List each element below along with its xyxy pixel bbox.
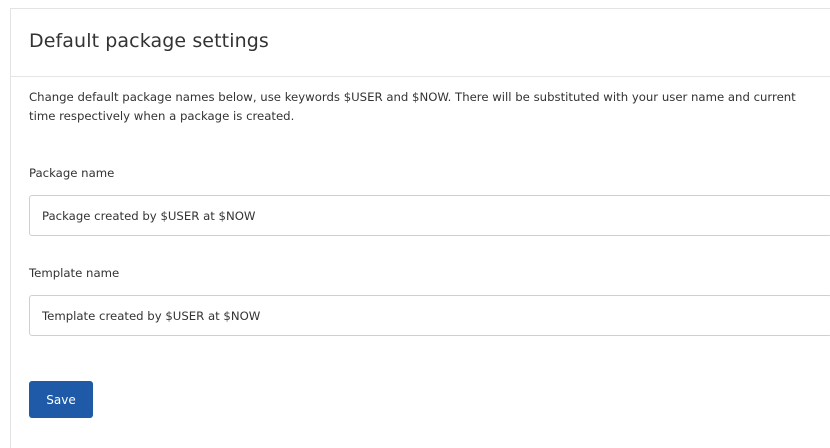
save-button[interactable]: Save — [29, 381, 93, 418]
template-name-input[interactable] — [29, 295, 830, 336]
settings-description: Change default package names below, use … — [29, 90, 796, 123]
template-name-label: Template name — [29, 266, 120, 280]
package-name-input[interactable] — [29, 195, 830, 236]
package-name-label: Package name — [29, 166, 115, 180]
title-divider — [11, 76, 830, 77]
settings-panel: Default package settings Change default … — [10, 8, 830, 448]
panel-title: Default package settings — [29, 30, 269, 52]
